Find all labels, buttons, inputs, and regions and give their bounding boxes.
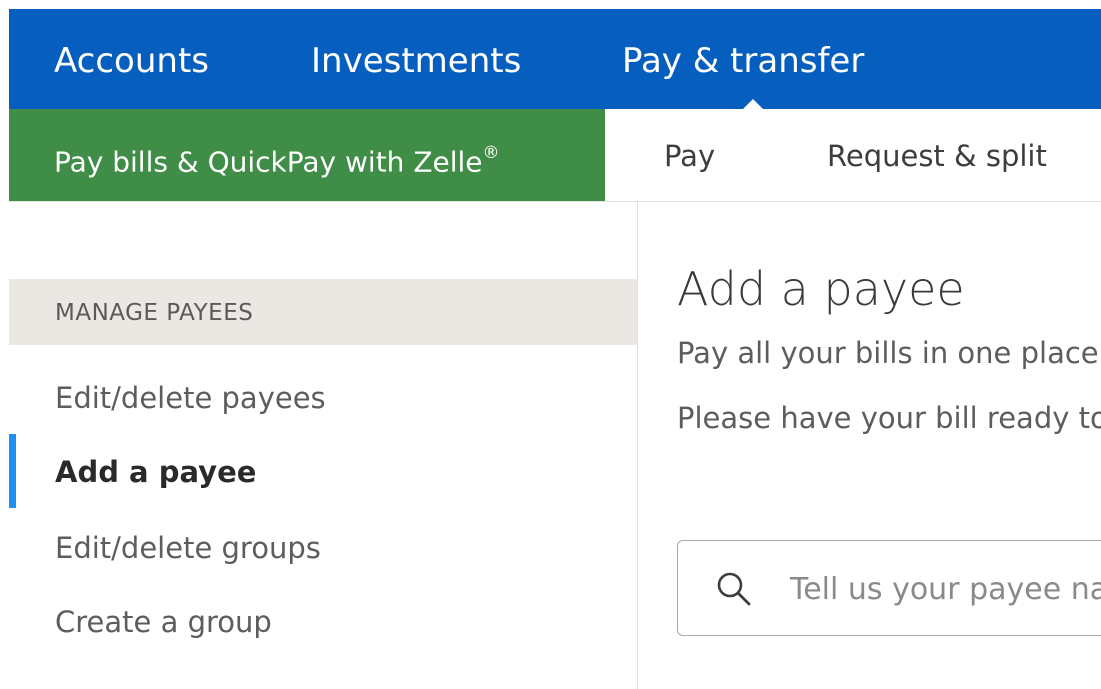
page-title: Add a payee: [677, 262, 965, 316]
instruction-text: Please have your bill ready to: [677, 401, 1101, 435]
tab-request-split[interactable]: Request & split: [827, 109, 1047, 201]
sidebar-item-edit-delete-groups[interactable]: Edit/delete groups: [55, 531, 321, 565]
registered-mark: ®: [482, 143, 500, 163]
payee-search-input[interactable]: [790, 561, 1101, 617]
sub-navigation: Pay bills & QuickPay with Zelle® Pay Req…: [9, 109, 1101, 202]
sidebar-item-create-a-group[interactable]: Create a group: [55, 605, 272, 639]
top-navigation: Accounts Investments Pay & transfer: [9, 9, 1101, 111]
frame-top: [0, 0, 1101, 9]
content-divider: [637, 201, 638, 689]
payee-search-box[interactable]: [677, 540, 1101, 636]
nav-investments[interactable]: Investments: [311, 9, 521, 109]
tab-pay-bills-quickpay[interactable]: Pay bills & QuickPay with Zelle®: [9, 109, 605, 201]
nav-accounts[interactable]: Accounts: [54, 9, 209, 109]
active-item-indicator: [9, 434, 16, 508]
search-icon: [714, 569, 754, 609]
intro-text: Pay all your bills in one place.: [677, 336, 1101, 370]
nav-pay-transfer[interactable]: Pay & transfer: [622, 9, 864, 109]
sidebar: MANAGE PAYEES Edit/delete payees Add a p…: [9, 201, 637, 689]
tab-pay-bills-label: Pay bills & QuickPay with Zelle: [54, 145, 483, 179]
tab-pay[interactable]: Pay: [664, 109, 715, 201]
sidebar-item-edit-delete-payees[interactable]: Edit/delete payees: [55, 381, 326, 415]
sidebar-header: MANAGE PAYEES: [9, 279, 637, 345]
sidebar-item-add-a-payee[interactable]: Add a payee: [55, 455, 256, 489]
frame-left: [0, 0, 9, 689]
